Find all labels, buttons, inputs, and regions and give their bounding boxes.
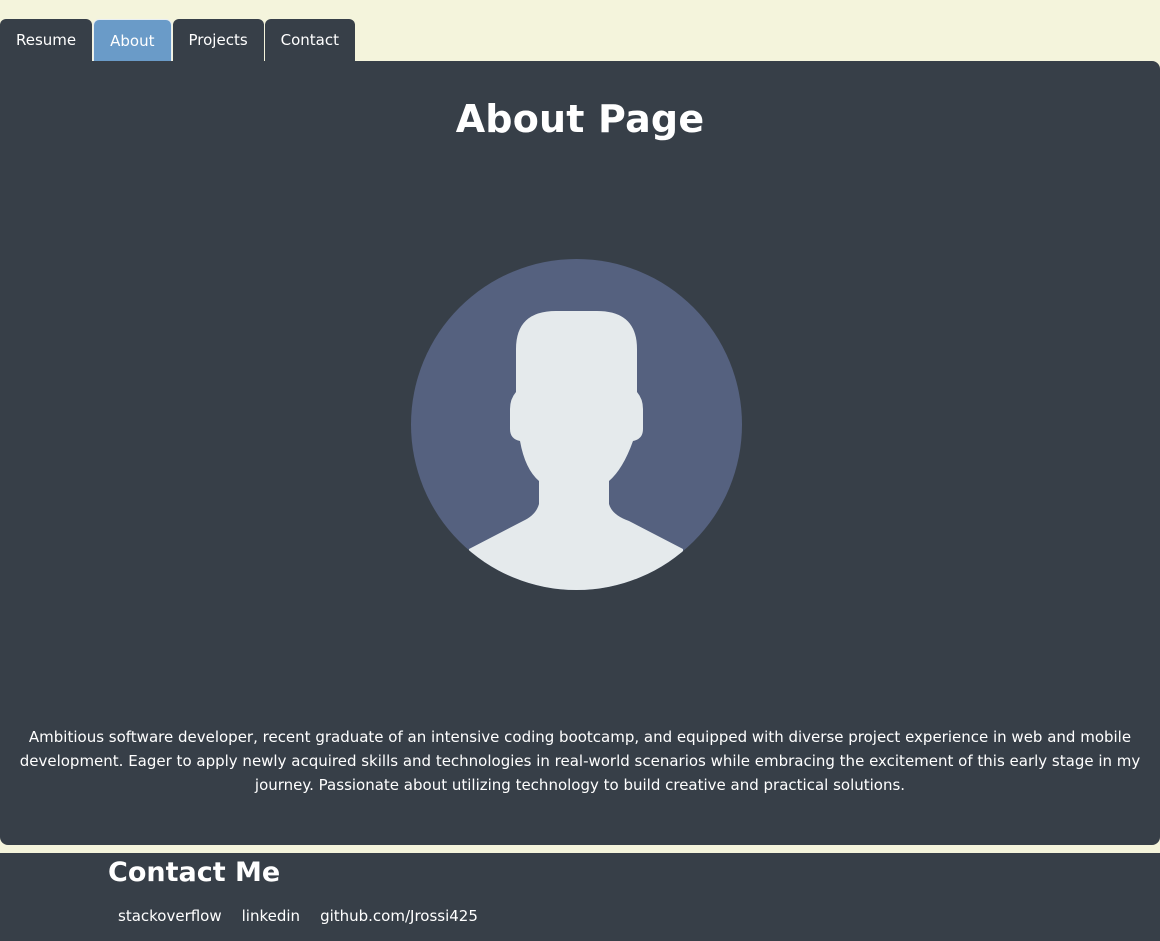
footer-title: Contact Me xyxy=(108,857,281,888)
contact-footer: Contact Me stackoverflow linkedin github… xyxy=(0,853,1160,941)
user-silhouette-icon xyxy=(411,259,742,590)
about-panel: About Page Ambitious software developer,… xyxy=(0,61,1160,845)
page-title: About Page xyxy=(455,97,705,141)
tab-contact[interactable]: Contact xyxy=(264,19,355,61)
footer-links: stackoverflow linkedin github.com/Jrossi… xyxy=(118,907,498,925)
tab-resume[interactable]: Resume xyxy=(0,19,93,61)
linkedin-link[interactable]: linkedin xyxy=(242,907,300,925)
nav-tabs: Resume About Projects Contact xyxy=(0,19,356,61)
tab-projects[interactable]: Projects xyxy=(172,19,264,61)
stackoverflow-link[interactable]: stackoverflow xyxy=(118,907,222,925)
bio-text: Ambitious software developer, recent gra… xyxy=(19,728,1141,794)
tab-about[interactable]: About xyxy=(93,19,172,61)
github-link[interactable]: github.com/Jrossi425 xyxy=(320,907,478,925)
